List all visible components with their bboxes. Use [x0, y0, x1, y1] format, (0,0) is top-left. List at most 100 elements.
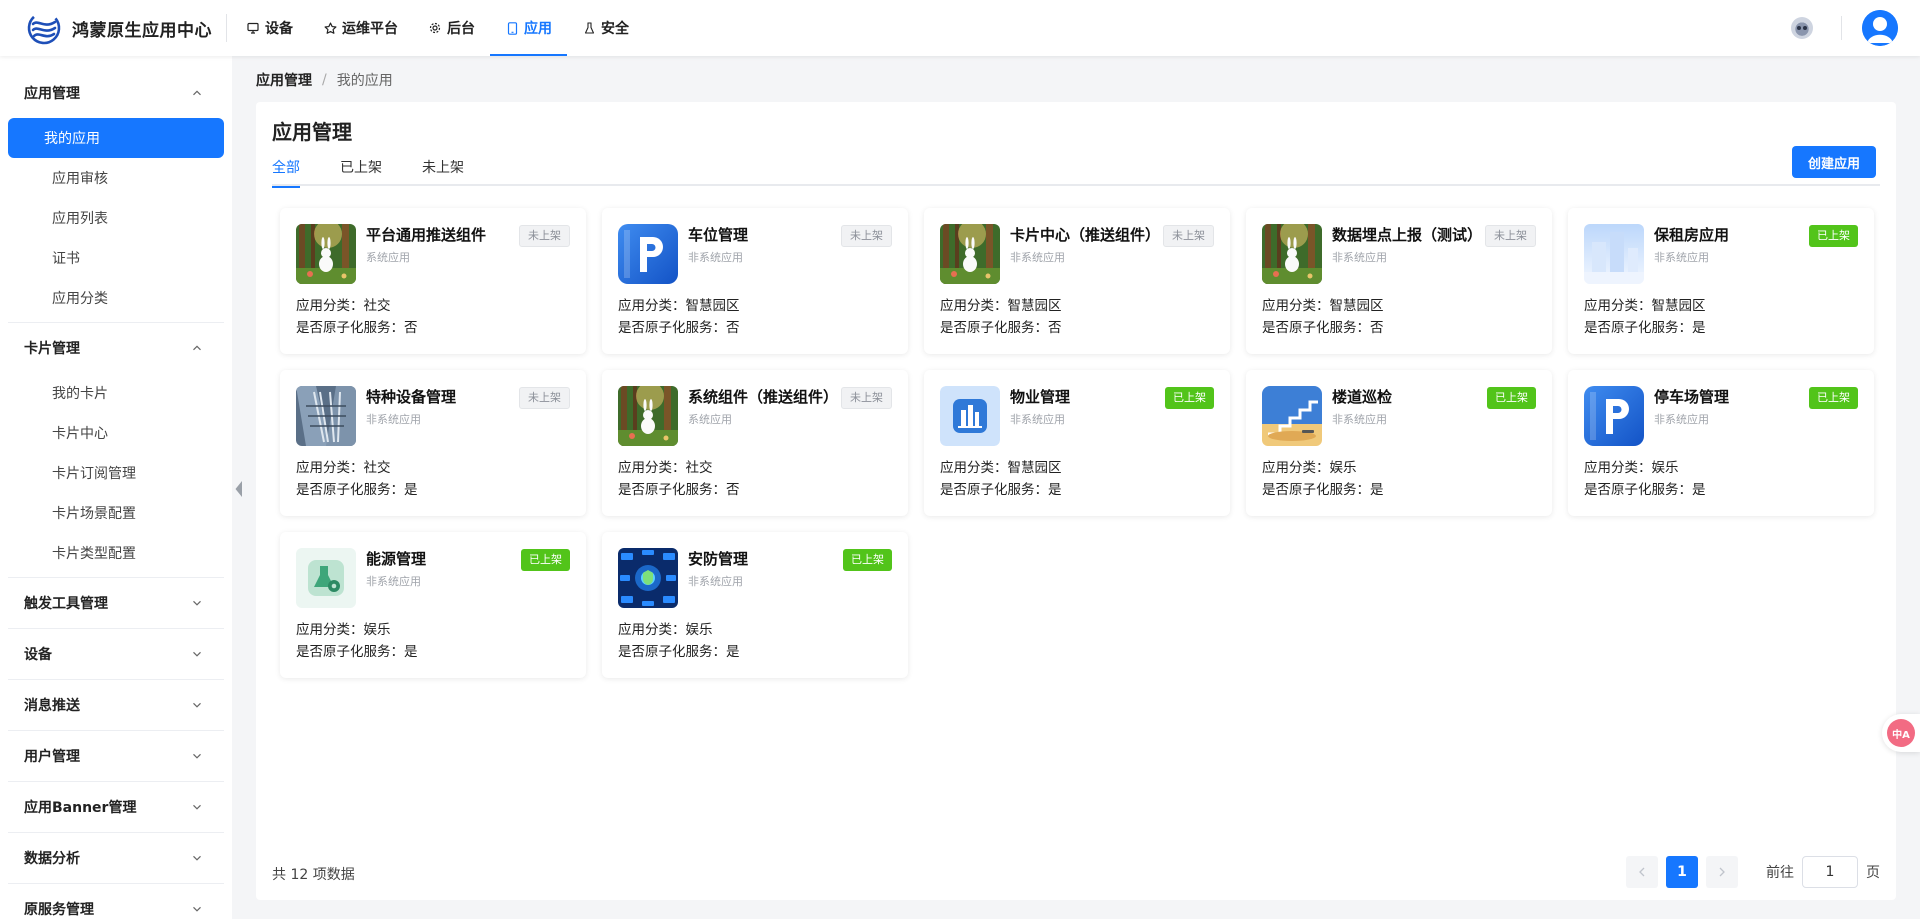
app-name: 物业管理 — [1010, 388, 1071, 406]
topnav-label: 后台 — [447, 21, 475, 37]
app-type: 非系统应用 — [1654, 251, 1709, 264]
app-card[interactable]: 系统组件（推送组件） 系统应用 未上架 应用分类：社交 是否原子化服务：否 — [602, 370, 908, 516]
avatar[interactable] — [1862, 10, 1898, 46]
app-card[interactable]: 楼道巡检 非系统应用 已上架 应用分类：娱乐 是否原子化服务：是 — [1246, 370, 1552, 516]
sidebar-group-atomic-services[interactable]: 原服务管理 — [0, 884, 232, 919]
app-card[interactable]: 停车场管理 非系统应用 已上架 应用分类：娱乐 是否原子化服务：是 — [1568, 370, 1874, 516]
app-name: 保租房应用 — [1654, 226, 1730, 244]
topnav-item-apps[interactable]: 应用 — [490, 0, 567, 56]
sidebar-item-app-review[interactable]: 应用审核 — [8, 158, 224, 198]
sidebar-item-my-apps[interactable]: 我的应用 — [8, 118, 224, 158]
header-actions — [1791, 0, 1898, 56]
sidebar-item-certificates[interactable]: 证书 — [8, 238, 224, 278]
app-icon — [940, 386, 1000, 446]
goto-page-input[interactable] — [1802, 856, 1858, 888]
atomic-service-line: 是否原子化服务：否 — [1262, 316, 1384, 336]
atomic-service-line: 是否原子化服务：否 — [618, 478, 740, 498]
sidebar-item-card-subscriptions[interactable]: 卡片订阅管理 — [8, 453, 224, 493]
app-icon — [940, 224, 1000, 284]
page-number-button[interactable]: 1 — [1666, 856, 1698, 888]
sidebar-group-devices[interactable]: 设备 — [0, 629, 232, 679]
sidebar-group-header[interactable]: 应用管理 — [0, 68, 232, 118]
ai-assistant-icon[interactable] — [1791, 17, 1813, 39]
app-card[interactable]: 物业管理 非系统应用 已上架 应用分类：智慧园区 是否原子化服务：是 — [924, 370, 1230, 516]
app-card[interactable]: 能源管理 非系统应用 已上架 应用分类：娱乐 是否原子化服务：是 — [280, 532, 586, 678]
category-value: 智慧园区 — [1007, 298, 1062, 314]
chevron-down-icon — [193, 906, 201, 912]
atomic-service-line: 是否原子化服务：是 — [618, 640, 740, 660]
atomic-label: 是否原子化服务： — [618, 482, 726, 498]
app-type: 非系统应用 — [1654, 413, 1709, 426]
sidebar-group-user-management[interactable]: 用户管理 — [0, 731, 232, 781]
sidebar-group-data-analysis[interactable]: 数据分析 — [0, 833, 232, 883]
sidebar-item-label: 卡片类型配置 — [52, 546, 136, 562]
sidebar-collapse-handle[interactable] — [232, 454, 246, 524]
status-badge: 已上架 — [1809, 225, 1858, 247]
sidebar-group-label: 数据分析 — [24, 851, 80, 867]
prev-page-button[interactable] — [1626, 856, 1658, 888]
sidebar-item-label: 卡片场景配置 — [52, 506, 136, 522]
sidebar-item-label: 应用分类 — [52, 291, 108, 307]
app-card[interactable]: 车位管理 非系统应用 未上架 应用分类：智慧园区 是否原子化服务：否 — [602, 208, 908, 354]
translate-icon: 中A — [1887, 719, 1915, 747]
app-card[interactable]: 特种设备管理 非系统应用 未上架 应用分类：社交 是否原子化服务：是 — [280, 370, 586, 516]
user-avatar-icon — [1862, 10, 1898, 46]
category-label: 应用分类： — [618, 298, 686, 314]
atomic-label: 是否原子化服务： — [618, 644, 726, 660]
app-card[interactable]: 安防管理 非系统应用 已上架 应用分类：娱乐 是否原子化服务：是 — [602, 532, 908, 678]
app-type: 非系统应用 — [1332, 413, 1387, 426]
translate-float-button[interactable]: 中A — [1882, 714, 1920, 752]
atomic-value: 是 — [1692, 320, 1706, 336]
app-card[interactable]: 数据埋点上报（测试） 非系统应用 未上架 应用分类：智慧园区 是否原子化服务：否 — [1246, 208, 1552, 354]
app-name: 特种设备管理 — [366, 388, 457, 406]
category-label: 应用分类： — [1262, 298, 1330, 314]
sidebar-item-card-scenes[interactable]: 卡片场景配置 — [8, 493, 224, 533]
atomic-service-line: 是否原子化服务：否 — [296, 316, 418, 336]
caret-left-icon — [235, 481, 242, 497]
topnav-item-devices[interactable]: 设备 — [231, 0, 308, 56]
sidebar-group-header[interactable]: 卡片管理 — [0, 323, 232, 373]
category-label: 应用分类： — [296, 622, 364, 638]
sidebar-group-banner-management[interactable]: 应用Banner管理 — [0, 782, 232, 832]
sidebar-item-card-center[interactable]: 卡片中心 — [8, 413, 224, 453]
breadcrumb-root[interactable]: 应用管理 — [256, 70, 312, 90]
tab-published[interactable]: 已上架 — [340, 148, 382, 186]
sidebar-group-trigger-tools[interactable]: 触发工具管理 — [0, 578, 232, 628]
next-page-button[interactable] — [1706, 856, 1738, 888]
sidebar-item-label: 应用审核 — [52, 171, 108, 187]
sidebar-item-label: 卡片中心 — [52, 426, 108, 442]
sidebar-item-app-list[interactable]: 应用列表 — [8, 198, 224, 238]
sidebar-item-card-types[interactable]: 卡片类型配置 — [8, 533, 224, 573]
sidebar-group-push-messages[interactable]: 消息推送 — [0, 680, 232, 730]
category-value: 智慧园区 — [1651, 298, 1706, 314]
topnav-item-ops[interactable]: 运维平台 — [308, 0, 413, 56]
monitor-icon — [246, 21, 260, 35]
tab-unpublished[interactable]: 未上架 — [422, 148, 464, 186]
category-label: 应用分类： — [618, 622, 686, 638]
tab-all[interactable]: 全部 — [272, 148, 300, 188]
atomic-label: 是否原子化服务： — [940, 482, 1048, 498]
chevron-down-icon — [193, 600, 201, 606]
sidebar-group-label: 原服务管理 — [24, 902, 94, 918]
app-card[interactable]: 保租房应用 非系统应用 已上架 应用分类：智慧园区 是否原子化服务：是 — [1568, 208, 1874, 354]
atomic-label: 是否原子化服务： — [618, 320, 726, 336]
category-label: 应用分类： — [296, 298, 364, 314]
sidebar-item-label: 我的应用 — [44, 131, 100, 147]
brand[interactable]: 鸿蒙原生应用中心 — [0, 0, 212, 56]
sidebar-item-label: 我的卡片 — [52, 386, 108, 402]
atomic-label: 是否原子化服务： — [940, 320, 1048, 336]
category-value: 智慧园区 — [1329, 298, 1384, 314]
app-icon — [618, 224, 678, 284]
create-app-button[interactable]: 创建应用 — [1791, 146, 1876, 178]
status-badge: 未上架 — [1163, 225, 1214, 247]
sidebar-item-app-categories[interactable]: 应用分类 — [8, 278, 224, 318]
topnav-item-backend[interactable]: 后台 — [413, 0, 490, 56]
sidebar-item-my-cards[interactable]: 我的卡片 — [8, 373, 224, 413]
atomic-label: 是否原子化服务： — [1584, 482, 1692, 498]
atomic-service-line: 是否原子化服务：是 — [1584, 478, 1706, 498]
app-card[interactable]: 平台通用推送组件 系统应用 未上架 应用分类：社交 是否原子化服务：否 — [280, 208, 586, 354]
status-tabs: 全部 已上架 未上架 — [272, 148, 1880, 188]
topnav-item-security[interactable]: 安全 — [567, 0, 644, 56]
app-name: 系统组件（推送组件） — [688, 388, 838, 406]
app-card[interactable]: 卡片中心（推送组件） 非系统应用 未上架 应用分类：智慧园区 是否原子化服务：否 — [924, 208, 1230, 354]
